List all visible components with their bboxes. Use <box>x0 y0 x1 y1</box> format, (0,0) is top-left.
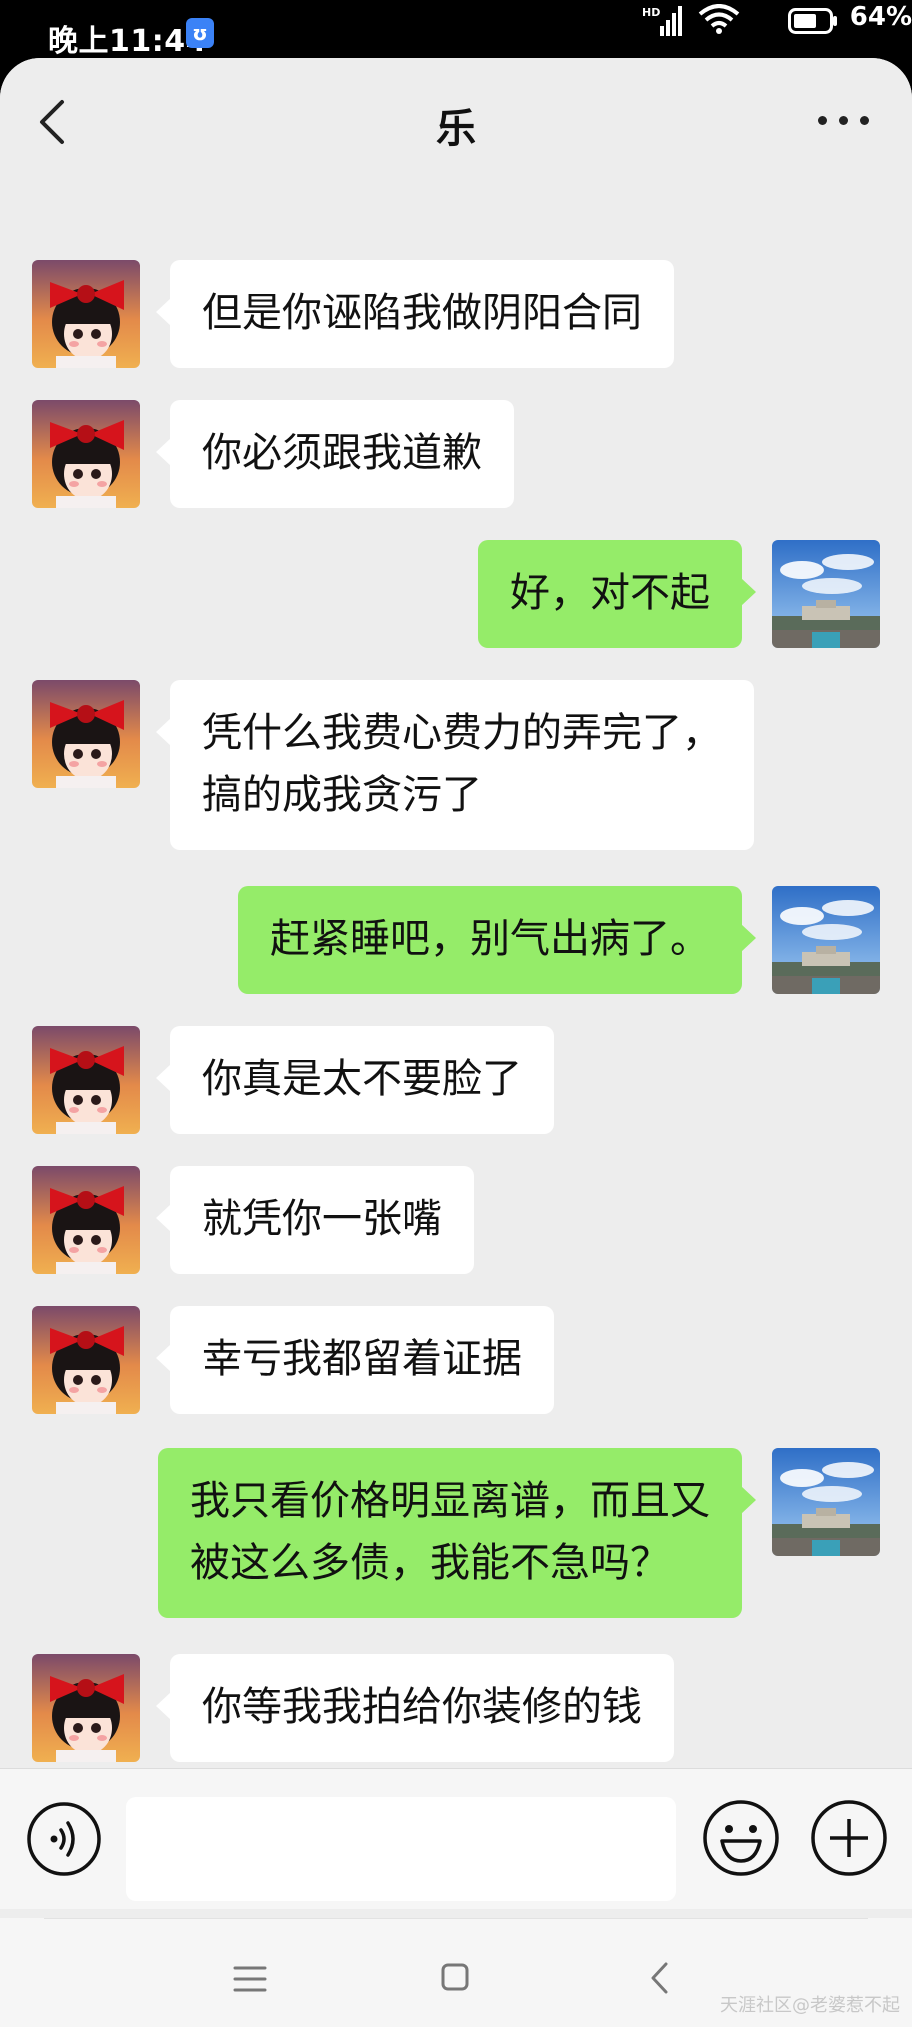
battery-percent: 64% <box>849 2 912 32</box>
incoming-message-bubble[interactable]: 你等我我拍给你装修的钱 <box>156 1654 674 1762</box>
contact-avatar[interactable] <box>32 1306 140 1414</box>
incoming-message-bubble[interactable]: 就凭你一张嘴 <box>156 1166 474 1274</box>
voice-icon[interactable] <box>26 1801 102 1877</box>
chat-header: 乐 <box>0 58 912 188</box>
contact-avatar[interactable] <box>32 260 140 368</box>
chat-window: 乐 但是你诬陷我做阴阳合同 你必须跟我道歉 好，对不起 凭什么我费心费力的弄完了… <box>0 58 912 2027</box>
chat-title: 乐 <box>436 106 476 152</box>
plus-icon[interactable] <box>810 1799 888 1877</box>
outgoing-message-bubble[interactable]: 好，对不起 <box>478 540 756 648</box>
status-time: 晚上11:44 <box>48 24 207 59</box>
emoji-icon[interactable] <box>702 1799 780 1877</box>
battery-icon <box>788 8 837 34</box>
outgoing-message-bubble[interactable]: 我只看价格明显离谱，而且又 被这么多债，我能不急吗？ <box>158 1448 756 1618</box>
my-avatar[interactable] <box>772 1448 880 1556</box>
outgoing-message-bubble[interactable]: 赶紧睡吧，别气出病了。 <box>238 886 756 994</box>
my-avatar[interactable] <box>772 886 880 994</box>
home-icon[interactable] <box>440 1962 470 1992</box>
more-horizontal-icon[interactable] <box>816 108 872 132</box>
menu-icon[interactable] <box>232 1964 268 1994</box>
watermark: 天涯社区@老婆惹不起 <box>720 1995 900 2016</box>
contact-avatar[interactable] <box>32 1166 140 1274</box>
message-input[interactable] <box>126 1797 676 1901</box>
message-list[interactable]: 但是你诬陷我做阴阳合同 你必须跟我道歉 好，对不起 凭什么我费心费力的弄完了， … <box>0 188 912 1826</box>
incoming-message-bubble[interactable]: 你必须跟我道歉 <box>156 400 514 508</box>
back-icon[interactable] <box>648 1960 672 1996</box>
incoming-message-bubble[interactable]: 你真是太不要脸了 <box>156 1026 554 1134</box>
contact-avatar[interactable] <box>32 1654 140 1762</box>
alarm-badge-icon: ʊ <box>186 18 214 48</box>
system-navigation-bar: 天涯社区@老婆惹不起 <box>0 1918 912 2027</box>
incoming-message-bubble[interactable]: 凭什么我费心费力的弄完了， 搞的成我贪污了 <box>156 680 754 850</box>
contact-avatar[interactable] <box>32 400 140 508</box>
incoming-message-bubble[interactable]: 幸亏我都留着证据 <box>156 1306 554 1414</box>
incoming-message-bubble[interactable]: 但是你诬陷我做阴阳合同 <box>156 260 674 368</box>
contact-avatar[interactable] <box>32 680 140 788</box>
input-bar <box>0 1768 912 1909</box>
wifi-icon <box>698 4 740 34</box>
phone-screen: 晚上11:44 ʊ HD 64% 乐 但是你诬陷我做阴阳合同 你必须跟我道歉 好… <box>0 0 912 2027</box>
contact-avatar[interactable] <box>32 1026 140 1134</box>
network-label: HD <box>642 6 660 19</box>
my-avatar[interactable] <box>772 540 880 648</box>
divider <box>44 1918 868 1919</box>
signal-icon: HD <box>642 6 682 36</box>
